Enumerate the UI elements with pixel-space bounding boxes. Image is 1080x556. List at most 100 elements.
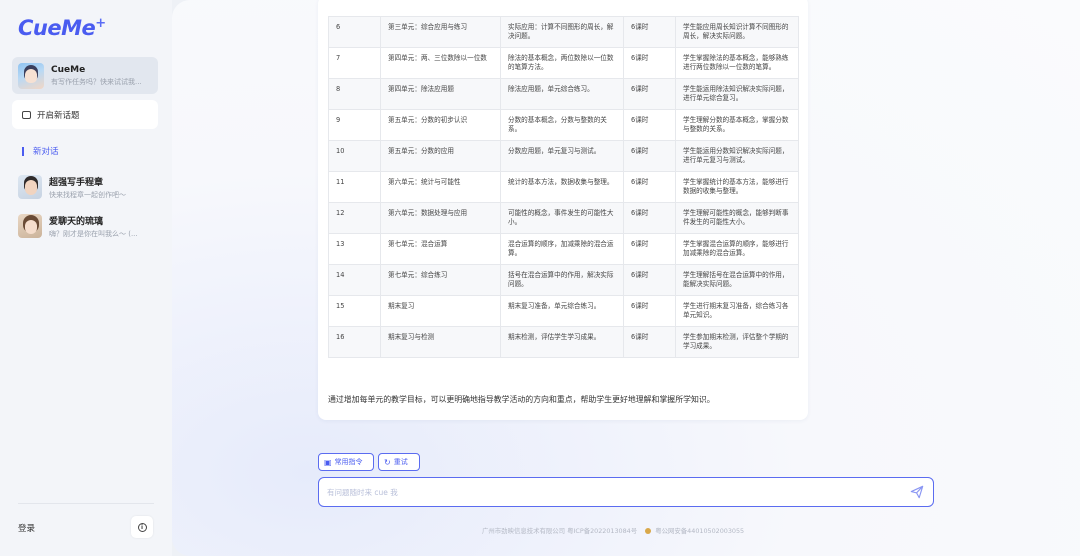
sidebar: CueMe+ CueMe 有写作任务吗？快来试试我... 开启新话题 新对话 超…	[0, 0, 172, 556]
table-cell: 统计的基本方法，数据收集与整理。	[500, 171, 624, 203]
refresh-icon: ↻	[384, 457, 391, 467]
table-cell: 13	[328, 233, 381, 265]
sidebar-item-cueme[interactable]: CueMe 有写作任务吗？快来试试我...	[12, 57, 158, 94]
logo-text: CueMe	[18, 16, 96, 40]
table-cell: 7	[328, 47, 381, 79]
table-cell: 括号在混合运算中的作用，解决实际问题。	[500, 264, 624, 296]
table-cell: 6课时	[623, 16, 676, 48]
table-row: 16 期末复习与检测 期末检测，评估学生学习成果。 6课时 学生参加期末检测，评估整个学…	[328, 326, 799, 358]
table-cell: 第五单元：分数的初步认识	[380, 109, 501, 141]
table-cell: 学生能运用分数知识解决实际问题，进行单元复习与测试。	[675, 140, 799, 172]
chat-input-box	[318, 477, 934, 507]
chat-input[interactable]	[327, 484, 887, 500]
table-cell: 6课时	[623, 326, 676, 358]
police-link[interactable]: 粤公网安备44010502003055	[655, 527, 744, 535]
table-cell: 6课时	[623, 171, 676, 203]
chat-name: 爱聊天的琉璃	[49, 216, 104, 227]
table-cell: 期末复习准备，单元综合练习。	[500, 295, 624, 327]
table-cell: 学生能应用周长知识计算不同图形的周长，解决实际问题。	[675, 16, 799, 48]
table-cell: 分数的基本概念，分数与整数的关系。	[500, 109, 624, 141]
table-row: 8 第四单元：除法应用题 除法应用题，单元综合练习。 6课时 学生能运用除法知识解决实际…	[328, 78, 799, 110]
table-cell: 学生理解括号在混合运算中的作用，能解决实际问题。	[675, 264, 799, 296]
table-cell: 第七单元：综合练习	[380, 264, 501, 296]
table-row: 7 第四单元：两、三位数除以一位数 除法的基本概念，两位数除以一位数的笔算方法。 6课…	[328, 47, 799, 79]
info-button[interactable]: i	[131, 516, 153, 538]
table-cell: 6课时	[623, 233, 676, 265]
new-topic-label: 开启新话题	[37, 110, 80, 121]
send-icon[interactable]	[910, 485, 924, 499]
table-cell: 第六单元：统计与可能性	[380, 171, 501, 203]
table-cell: 除法的基本概念，两位数除以一位数的笔算方法。	[500, 47, 624, 79]
chat-preview: 快来找程章一起创作吧～	[49, 190, 126, 199]
table-cell: 14	[328, 264, 381, 296]
table-cell: 15	[328, 295, 381, 327]
chat-name: 超强写手程章	[49, 177, 104, 188]
table-cell: 期末复习与检测	[380, 326, 501, 358]
table-row: 11 第六单元：统计与可能性 统计的基本方法，数据收集与整理。 6课时 学生掌握统计的基…	[328, 171, 799, 203]
section-indicator	[22, 146, 24, 156]
avatar	[18, 62, 44, 89]
table-cell: 学生理解分数的基本概念，掌握分数与整数的关系。	[675, 109, 799, 141]
table-cell: 期末复习	[380, 295, 501, 327]
table-cell: 学生参加期末检测，评估整个学期的学习成果。	[675, 326, 799, 358]
table-cell: 9	[328, 109, 381, 141]
table-row: 15 期末复习 期末复习准备，单元综合练习。 6课时 学生进行期末复习准备，综合练习各单…	[328, 295, 799, 327]
table-cell: 学生进行期末复习准备，综合练习各单元知识。	[675, 295, 799, 327]
section-label-text: 新对话	[33, 147, 59, 157]
curriculum-table: 6 第三单元：综合应用与练习 实际应用：计算不同图形的周长，解决问题。 6课时 学生能应…	[328, 16, 799, 358]
police-badge-icon	[645, 528, 652, 534]
info-icon: i	[137, 522, 147, 532]
table-cell: 10	[328, 140, 381, 172]
avatar	[18, 175, 42, 199]
table-cell: 6课时	[623, 109, 676, 141]
table-cell: 6课时	[623, 264, 676, 296]
table-cell: 11	[328, 171, 381, 203]
chat-preview: 嗨？刚才是你在叫我么～ (...	[49, 229, 138, 238]
table-cell: 第四单元：除法应用题	[380, 78, 501, 110]
table-cell: 期末检测，评估学生学习成果。	[500, 326, 624, 358]
divider	[18, 503, 154, 504]
table-cell: 6课时	[623, 140, 676, 172]
table-cell: 第四单元：两、三位数除以一位数	[380, 47, 501, 79]
sidebar-item-writer-bot[interactable]: 超强写手程章 快来找程章一起创作吧～	[18, 173, 158, 201]
table-cell: 第五单元：分数的应用	[380, 140, 501, 172]
retry-label: 重试	[393, 458, 408, 466]
table-cell: 6课时	[623, 47, 676, 79]
logo-mark: +	[95, 16, 106, 31]
icp-link[interactable]: 广州市劲映信息技术有限公司 粤ICP备2022013084号	[482, 527, 637, 535]
app-logo[interactable]: CueMe+	[18, 16, 106, 40]
login-link[interactable]: 登录	[18, 522, 35, 534]
table-cell: 6课时	[623, 202, 676, 234]
table-cell: 8	[328, 78, 381, 110]
chat-name: CueMe	[51, 64, 86, 75]
table-cell: 12	[328, 202, 381, 234]
message-summary: 通过增加每单元的教学目标，可以更明确地指导教学活动的方向和重点，帮助学生更好地理…	[328, 395, 715, 404]
table-cell: 第七单元：混合运算	[380, 233, 501, 265]
command-icon: ▣	[324, 457, 332, 467]
section-new-conversation: 新对话	[22, 145, 59, 157]
table-cell: 第六单元：数据处理与应用	[380, 202, 501, 234]
table-cell: 学生掌握除法的基本概念，能够熟练进行两位数除以一位数的笔算。	[675, 47, 799, 79]
table-cell: 分数应用题，单元复习与测试。	[500, 140, 624, 172]
table-cell: 混合运算的顺序，加减乘除的混合运算。	[500, 233, 624, 265]
table-row: 10 第五单元：分数的应用 分数应用题，单元复习与测试。 6课时 学生能运用分数知识解决…	[328, 140, 799, 172]
chat-plus-icon	[22, 110, 31, 119]
table-cell: 可能性的概念，事件发生的可能性大小。	[500, 202, 624, 234]
table-cell: 第三单元：综合应用与练习	[380, 16, 501, 48]
retry-button[interactable]: ↻ 重试	[378, 453, 420, 471]
common-commands-button[interactable]: ▣ 常用指令	[318, 453, 374, 471]
footer: 广州市劲映信息技术有限公司 粤ICP备2022013084号 粤公网安备4401…	[482, 526, 744, 535]
table-cell: 6课时	[623, 78, 676, 110]
table-cell: 学生掌握混合运算的顺序，能够进行加减乘除的混合运算。	[675, 233, 799, 265]
table-cell: 除法应用题，单元综合练习。	[500, 78, 624, 110]
new-topic-button[interactable]: 开启新话题	[12, 100, 158, 129]
table-row: 14 第七单元：综合练习 括号在混合运算中的作用，解决实际问题。 6课时 学生理解括号在…	[328, 264, 799, 296]
avatar	[18, 214, 42, 238]
sidebar-item-chat-bot[interactable]: 爱聊天的琉璃 嗨？刚才是你在叫我么～ (...	[18, 212, 158, 240]
message-card: 6 第三单元：综合应用与练习 实际应用：计算不同图形的周长，解决问题。 6课时 学生能应…	[318, 0, 808, 420]
table-cell: 16	[328, 326, 381, 358]
table-row: 6 第三单元：综合应用与练习 实际应用：计算不同图形的周长，解决问题。 6课时 学生能应…	[328, 16, 799, 48]
table-cell: 6	[328, 16, 381, 48]
main-panel: 6 第三单元：综合应用与练习 实际应用：计算不同图形的周长，解决问题。 6课时 学生能应…	[172, 0, 1080, 556]
common-commands-label: 常用指令	[334, 458, 363, 466]
